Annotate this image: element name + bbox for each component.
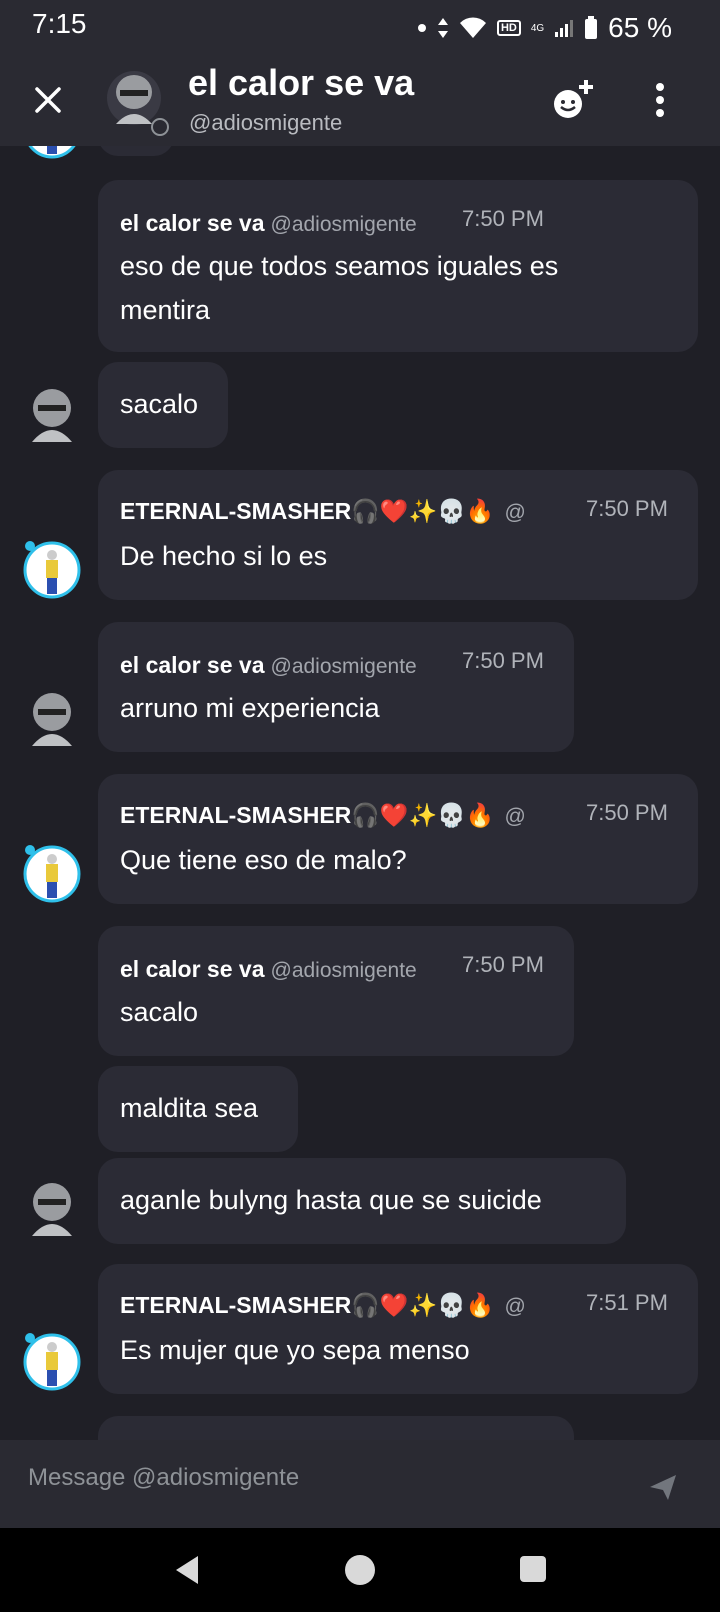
signal-icon xyxy=(555,20,574,37)
message-bubble[interactable]: ETERNAL-SMASHER🎧❤️✨💀🔥 @ 7:51 PM Es mujer … xyxy=(98,1264,698,1394)
message-bubble[interactable]: ETERNAL-SMASHER🎧❤️✨💀🔥 @ 7:50 PM De hecho … xyxy=(98,470,698,600)
message-author[interactable]: ETERNAL-SMASHER🎧❤️✨💀🔥 xyxy=(120,802,494,828)
message-handle: @adiosmigente xyxy=(270,655,417,678)
message-line: Que tiene eso de malo? xyxy=(120,845,407,875)
network-type: 4G xyxy=(530,22,545,34)
recents-icon[interactable] xyxy=(520,1556,546,1582)
message-composer: Message @adiosmigente xyxy=(0,1440,720,1528)
message-bubble[interactable]: el calor se va @adiosmigente 7:50 PM eso … xyxy=(98,180,698,352)
avatar[interactable] xyxy=(22,844,82,904)
message-time: 7:50 PM xyxy=(462,648,544,673)
message-bubble[interactable]: sacalo xyxy=(98,362,228,448)
home-icon[interactable] xyxy=(345,1555,375,1585)
message-text: aganle bulyng hasta que se suicide xyxy=(120,1185,542,1215)
message-time: 7:50 PM xyxy=(462,952,544,977)
message-text: De hecho si lo es xyxy=(120,534,327,578)
avatar[interactable] xyxy=(106,70,162,126)
message-author[interactable]: ETERNAL-SMASHER🎧❤️✨💀🔥 xyxy=(120,1292,494,1318)
presence-indicator xyxy=(151,118,169,136)
battery-percent: 65 % xyxy=(608,12,672,43)
message-header: ETERNAL-SMASHER🎧❤️✨💀🔥 @ xyxy=(120,498,526,525)
message-time: 7:50 PM xyxy=(586,496,668,521)
wifi-icon xyxy=(459,17,486,38)
message-author[interactable]: el calor se va xyxy=(120,956,265,982)
message-line: Es mujer que yo sepa menso xyxy=(120,1335,470,1365)
avatar[interactable] xyxy=(22,1178,82,1238)
message-header: el calor se va @adiosmigente xyxy=(120,652,417,679)
notification-dot-icon xyxy=(417,24,426,32)
message-header: el calor se va @adiosmigente xyxy=(120,210,417,237)
avatar[interactable] xyxy=(22,540,82,600)
message-bubble-partial xyxy=(98,146,174,156)
message-line: mentira xyxy=(120,295,211,325)
more-vertical-icon[interactable] xyxy=(652,82,668,118)
message-handle: @adiosmigente xyxy=(270,213,417,236)
data-transfer-icon xyxy=(437,18,448,38)
close-icon[interactable] xyxy=(32,84,64,116)
message-bubble[interactable]: ETERNAL-SMASHER🎧❤️✨💀🔥 @ 7:50 PM Que tiene… xyxy=(98,774,698,904)
status-icons: HD 4G 65 % xyxy=(417,12,672,44)
message-text: arruno mi experiencia xyxy=(120,686,380,730)
message-text: eso de que todos seamos iguales es menti… xyxy=(120,244,558,332)
message-header: ETERNAL-SMASHER🎧❤️✨💀🔥 @ xyxy=(120,1292,526,1319)
status-bar: 7:15 HD 4G 65 % xyxy=(0,0,720,52)
conversation-title: el calor se va xyxy=(188,62,415,103)
hd-badge: HD xyxy=(496,20,521,36)
message-handle: @ xyxy=(504,1295,526,1318)
message-author[interactable]: ETERNAL-SMASHER🎧❤️✨💀🔥 xyxy=(120,498,494,524)
message-time: 7:51 PM xyxy=(586,1290,668,1315)
avatar[interactable] xyxy=(22,146,82,160)
dm-header: el calor se va @adiosmigente xyxy=(0,52,720,146)
message-bubble-partial xyxy=(98,1416,574,1440)
message-line: arruno mi experiencia xyxy=(120,693,380,723)
message-time: 7:50 PM xyxy=(462,206,544,231)
message-text: Es mujer que yo sepa menso xyxy=(120,1328,470,1372)
message-text: maldita sea xyxy=(120,1093,259,1123)
battery-icon xyxy=(585,16,598,39)
message-text: sacalo xyxy=(120,389,199,419)
add-friend-icon[interactable] xyxy=(548,76,596,124)
message-bubble[interactable]: maldita sea xyxy=(98,1066,298,1152)
message-bubble[interactable]: el calor se va @adiosmigente 7:50 PM saca… xyxy=(98,926,574,1056)
message-line: De hecho si lo es xyxy=(120,541,328,571)
avatar[interactable] xyxy=(22,1332,82,1392)
message-handle: @ xyxy=(504,501,526,524)
message-input[interactable]: Message @adiosmigente xyxy=(28,1464,299,1492)
message-handle: @adiosmigente xyxy=(270,959,417,982)
avatar[interactable] xyxy=(22,688,82,748)
message-text: sacalo xyxy=(120,990,198,1034)
message-line: sacalo xyxy=(120,997,199,1027)
message-author[interactable]: el calor se va xyxy=(120,210,265,236)
message-header: el calor se va @adiosmigente xyxy=(120,956,417,983)
message-bubble[interactable]: aganle bulyng hasta que se suicide xyxy=(98,1158,626,1244)
message-author[interactable]: el calor se va xyxy=(120,652,265,678)
conversation-handle: @adiosmigente xyxy=(189,110,343,135)
message-header: ETERNAL-SMASHER🎧❤️✨💀🔥 @ xyxy=(120,802,526,829)
avatar[interactable] xyxy=(22,384,82,444)
message-bubble[interactable]: el calor se va @adiosmigente 7:50 PM arru… xyxy=(98,622,574,752)
system-nav-bar xyxy=(0,1528,720,1612)
back-icon[interactable] xyxy=(172,1554,202,1586)
message-time: 7:50 PM xyxy=(586,800,668,825)
message-line: eso de que todos seamos iguales es xyxy=(120,251,559,281)
status-time: 7:15 xyxy=(32,8,87,39)
message-list[interactable]: el calor se va @adiosmigente 7:50 PM eso … xyxy=(0,146,720,1440)
message-text: Que tiene eso de malo? xyxy=(120,838,407,882)
message-handle: @ xyxy=(504,805,526,828)
send-icon[interactable] xyxy=(648,1472,678,1502)
